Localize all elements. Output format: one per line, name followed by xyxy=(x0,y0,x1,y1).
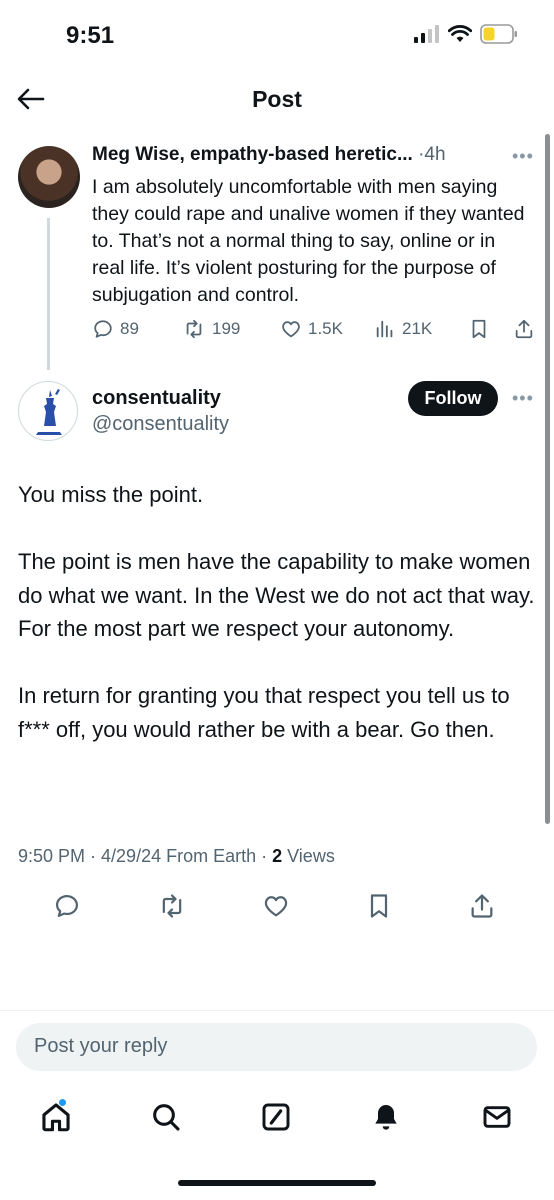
bottom-tab-bar xyxy=(0,1094,554,1140)
main-author-name[interactable]: consentuality xyxy=(92,387,221,410)
follow-button[interactable]: Follow xyxy=(408,381,498,416)
views-label: Views xyxy=(282,846,335,866)
cellular-signal-icon xyxy=(414,25,439,43)
battery-icon xyxy=(480,24,517,44)
repost-icon xyxy=(162,894,182,918)
tweet-timestamp: 9:50 PM · 4/29/24 From Earth · xyxy=(18,846,273,866)
tab-grok[interactable] xyxy=(256,1094,296,1140)
reply-button[interactable] xyxy=(50,888,84,924)
parent-tweet-time[interactable]: 4h xyxy=(424,144,445,165)
tab-home[interactable] xyxy=(36,1094,76,1140)
tweet-metadata: 9:50 PM · 4/29/24 From Earth · 2 Views xyxy=(18,846,335,867)
parent-author-avatar[interactable] xyxy=(18,146,80,208)
share-icon xyxy=(515,319,533,339)
bell-icon xyxy=(375,1105,397,1130)
parent-tweet-text: I am absolutely uncomfortable with men s… xyxy=(92,176,525,306)
status-time: 9:51 xyxy=(66,22,115,49)
parent-reply-button[interactable]: 89 xyxy=(92,318,139,340)
search-icon xyxy=(153,1104,180,1131)
main-tweet-text: You miss the point. The point is men hav… xyxy=(18,478,538,780)
reply-input[interactable]: Post your reply xyxy=(16,1023,537,1071)
parent-views-button[interactable]: 21K xyxy=(374,318,432,340)
home-notification-dot xyxy=(58,1098,67,1107)
reply-icon xyxy=(55,894,79,918)
analytics-icon xyxy=(376,320,393,338)
bookmark-icon xyxy=(370,894,388,918)
parent-more-icon[interactable]: ••• xyxy=(512,146,534,167)
parent-author-name[interactable]: Meg Wise, empathy-based heretic... xyxy=(92,144,413,165)
parent-reply-count: 89 xyxy=(120,319,139,338)
bookmark-icon xyxy=(472,319,486,339)
main-author-handle[interactable]: @consentuality xyxy=(92,413,229,436)
main-tweet-paragraph: The point is men have the capability to … xyxy=(18,549,535,641)
statue-of-liberty-logo xyxy=(36,389,62,435)
thread-line xyxy=(47,218,50,370)
grok-icon xyxy=(262,1103,290,1131)
parent-like-count: 1.5K xyxy=(308,319,343,338)
parent-bookmark-button[interactable] xyxy=(469,318,489,340)
status-icons xyxy=(414,24,518,44)
main-tweet-paragraph: In return for granting you that respect … xyxy=(18,683,510,742)
main-tweet-paragraph: You miss the point. xyxy=(18,482,204,507)
scrollbar[interactable] xyxy=(545,134,550,824)
parent-tweet-actions: 89 199 1.5K 21K xyxy=(92,318,538,346)
bookmark-button[interactable] xyxy=(362,888,396,924)
parent-repost-count: 199 xyxy=(212,319,241,338)
reply-icon xyxy=(94,320,112,338)
parent-views-count: 21K xyxy=(402,319,433,338)
tab-messages[interactable] xyxy=(477,1094,517,1140)
main-tweet-actions xyxy=(0,888,554,924)
parent-share-button[interactable] xyxy=(513,318,535,340)
header: Post xyxy=(0,72,554,126)
page-title: Post xyxy=(252,86,302,112)
repost-icon xyxy=(186,319,202,339)
parent-like-button[interactable]: 1.5K xyxy=(280,318,343,340)
main-author-avatar[interactable] xyxy=(18,381,78,441)
repost-button[interactable] xyxy=(155,888,189,924)
divider xyxy=(0,1010,554,1011)
main-more-icon[interactable]: ••• xyxy=(512,388,534,409)
heart-icon xyxy=(264,896,288,917)
parent-tweet-header: Meg Wise, empathy-based heretic... ·4h xyxy=(92,144,446,166)
like-button[interactable] xyxy=(259,888,293,924)
home-indicator xyxy=(178,1180,376,1186)
parent-repost-button[interactable]: 199 xyxy=(182,318,240,340)
home-icon xyxy=(42,1103,70,1132)
share-button[interactable] xyxy=(465,888,499,924)
tab-notifications[interactable] xyxy=(366,1094,406,1140)
wifi-icon xyxy=(448,25,472,42)
heart-icon xyxy=(282,321,300,338)
mail-icon xyxy=(483,1106,511,1128)
tab-search[interactable] xyxy=(146,1094,186,1140)
post-screen: 9:51 Post Meg Wise, empathy-based hereti… xyxy=(0,0,554,1200)
views-count[interactable]: 2 xyxy=(272,846,282,866)
share-icon xyxy=(471,894,493,918)
